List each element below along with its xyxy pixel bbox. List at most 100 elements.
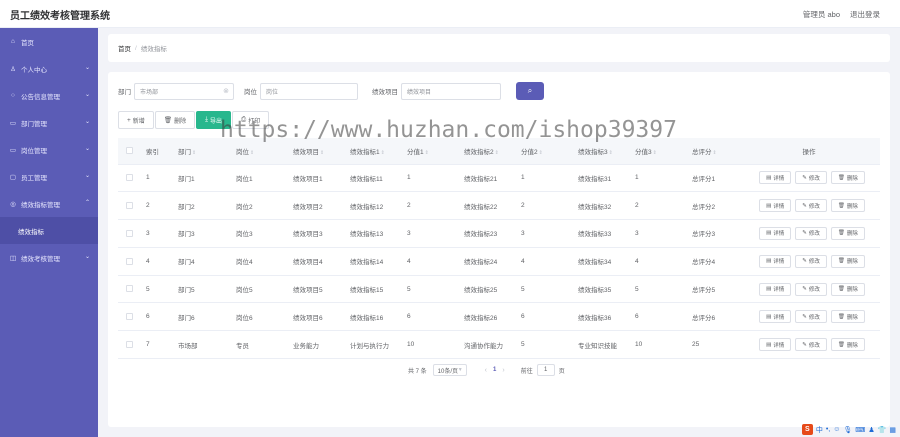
- ime-mic-icon[interactable]: 🎙: [843, 426, 852, 434]
- detail-button[interactable]: ▤ 详情: [759, 338, 792, 352]
- column-header-label: 绩效指标1: [350, 148, 380, 156]
- row-delete-button[interactable]: 🗑 删除: [830, 282, 865, 296]
- table-cell: 岗位3: [230, 219, 287, 248]
- post-input-placeholder: 岗位: [266, 89, 279, 96]
- ime-logo-icon[interactable]: S: [801, 424, 813, 435]
- bulb-icon: ○: [11, 92, 15, 99]
- select-all-checkbox-cell: [118, 138, 140, 165]
- select-all-checkbox[interactable]: [125, 147, 133, 155]
- ime-grid-icon[interactable]: ▦: [889, 426, 896, 434]
- sort-icon[interactable]: ⇕: [713, 150, 717, 156]
- sidebar-item-6[interactable]: ◎ 绩效指标管理 ⌃: [0, 190, 98, 217]
- next-page-button[interactable]: ›: [502, 367, 504, 374]
- search-icon: ⌕: [527, 86, 533, 95]
- post-input[interactable]: 岗位: [260, 82, 358, 100]
- edit-button[interactable]: ✎ 修改: [795, 254, 827, 268]
- row-checkbox[interactable]: [125, 202, 133, 210]
- dept-label: 部门: [118, 89, 131, 96]
- ime-user-icon[interactable]: ♟: [868, 426, 874, 434]
- add-button[interactable]: + 新增: [118, 111, 154, 129]
- ime-punct-icon[interactable]: •,: [826, 426, 830, 433]
- row-delete-button[interactable]: 🗑 删除: [830, 338, 865, 352]
- search-button[interactable]: ⌕: [516, 82, 544, 100]
- sidebar-item-5[interactable]: ▢ 员工管理 ⌄: [0, 163, 98, 190]
- sidebar-item-1[interactable]: ♙ 个人中心 ⌄: [0, 55, 98, 82]
- table-cell: 25: [686, 330, 738, 360]
- detail-button[interactable]: ▤ 详情: [759, 171, 792, 185]
- edit-button[interactable]: ✎ 修改: [795, 226, 827, 240]
- table-row: 4 部门4 岗位4 绩效项目4 绩效指标14 4 绩效指标24 4 绩效指标34 4 总评分4 ▤ 详情…: [118, 247, 880, 276]
- row-delete-button[interactable]: 🗑 删除: [830, 254, 865, 268]
- row-checkbox[interactable]: [125, 341, 133, 349]
- sort-icon[interactable]: ⇕: [653, 150, 657, 156]
- sort-icon[interactable]: ⇕: [192, 150, 196, 156]
- page-current[interactable]: 1: [493, 367, 496, 373]
- edit-button[interactable]: ✎ 修改: [795, 199, 827, 213]
- detail-button[interactable]: ▤ 详情: [759, 226, 792, 240]
- current-user[interactable]: 管理员 abo: [803, 9, 840, 20]
- ime-lang-icon[interactable]: 中: [816, 425, 823, 435]
- edit-button[interactable]: ✎ 修改: [795, 338, 827, 352]
- sidebar-item-2[interactable]: ○ 公告信息管理 ⌄: [0, 82, 98, 109]
- delete-button[interactable]: 🗑 删除: [154, 111, 196, 129]
- table-cell: 2: [515, 191, 572, 221]
- row-checkbox[interactable]: [125, 285, 133, 293]
- total-count: 共 7 条: [408, 368, 427, 375]
- sidebar-item-7[interactable]: 绩效指标: [0, 217, 98, 244]
- sidebar-item-8[interactable]: ◫ 绩效考核管理 ⌄: [0, 244, 98, 271]
- detail-button[interactable]: ▤ 详情: [759, 254, 792, 268]
- row-delete-button[interactable]: 🗑 删除: [830, 226, 865, 240]
- detail-button-label: 详情: [773, 314, 785, 321]
- detail-button[interactable]: ▤ 详情: [759, 310, 792, 324]
- goto-input[interactable]: 1: [536, 364, 555, 376]
- dept-input[interactable]: 市场部 ⊗: [134, 82, 234, 100]
- edit-button-label: 修改: [808, 287, 820, 294]
- table-cell: 5: [515, 275, 572, 304]
- edit-button[interactable]: ✎ 修改: [795, 282, 827, 296]
- sort-icon[interactable]: ⇕: [320, 150, 324, 156]
- table-cell: 绩效指标24: [458, 247, 515, 276]
- detail-button[interactable]: ▤ 详情: [759, 199, 792, 213]
- row-delete-button[interactable]: 🗑 删除: [830, 199, 865, 213]
- ime-skin-icon[interactable]: 👕: [878, 426, 887, 434]
- detail-button-label: 详情: [773, 342, 785, 349]
- ime-keyboard-icon[interactable]: ⌨: [855, 426, 865, 434]
- sort-icon[interactable]: ⇕: [495, 150, 499, 156]
- breadcrumb-home[interactable]: 首页: [118, 43, 131, 53]
- sort-icon[interactable]: ⇕: [539, 150, 543, 156]
- sort-icon[interactable]: ⇕: [425, 150, 429, 156]
- table-cell: 5: [140, 275, 172, 304]
- prev-page-button[interactable]: ‹: [485, 367, 487, 374]
- column-header-label: 索引: [146, 148, 159, 156]
- page-size-value: 10条/页: [437, 368, 459, 375]
- sort-icon[interactable]: ⇕: [609, 150, 613, 156]
- sidebar-item-4[interactable]: ▭ 岗位管理 ⌄: [0, 136, 98, 163]
- detail-button[interactable]: ▤ 详情: [759, 282, 792, 296]
- row-delete-button[interactable]: 🗑 删除: [830, 171, 865, 185]
- column-header-label: 绩效指标2: [464, 148, 494, 156]
- edit-button[interactable]: ✎ 修改: [795, 171, 827, 185]
- page-size-select[interactable]: 10条/页 ▼: [432, 364, 467, 376]
- sidebar-item-0[interactable]: ⌂ 首页: [0, 28, 98, 55]
- sidebar-item-label: 绩效考核管理: [21, 255, 60, 263]
- row-checkbox[interactable]: [125, 257, 133, 265]
- edit-button[interactable]: ✎ 修改: [795, 310, 827, 324]
- table-cell: 部门4: [172, 247, 230, 276]
- row-checkbox[interactable]: [125, 313, 133, 321]
- trash-icon: 🗑: [837, 230, 845, 237]
- sidebar-item-3[interactable]: ▭ 部门管理 ⌄: [0, 109, 98, 136]
- sidebar-item-label: 个人中心: [21, 66, 47, 74]
- sort-icon[interactable]: ⇕: [381, 150, 385, 156]
- row-delete-button-label: 删除: [846, 203, 858, 210]
- detail-button-label: 详情: [773, 287, 785, 294]
- trash-icon: 🗑: [837, 202, 845, 209]
- ime-emoji-icon[interactable]: ☺: [833, 426, 840, 433]
- row-checkbox[interactable]: [125, 229, 133, 237]
- item-input[interactable]: 绩效项目: [401, 82, 501, 100]
- row-delete-button[interactable]: 🗑 删除: [830, 310, 865, 324]
- column-header-10[interactable]: 总评分⇕: [686, 138, 738, 165]
- row-checkbox[interactable]: [125, 174, 133, 182]
- sort-icon[interactable]: ⇕: [250, 150, 254, 156]
- clear-icon[interactable]: ⊗: [223, 87, 229, 95]
- logout-link[interactable]: 退出登录: [850, 9, 880, 20]
